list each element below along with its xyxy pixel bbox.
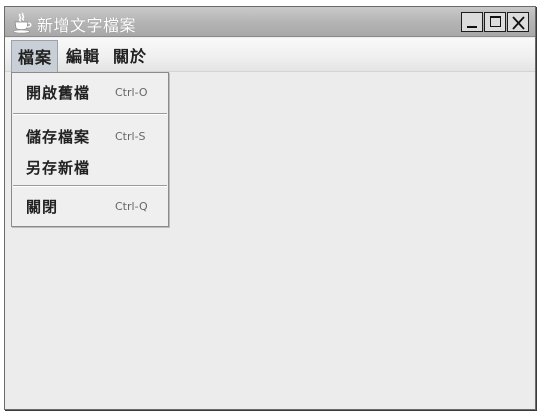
minimize-button[interactable] (461, 12, 483, 32)
menu-item-close[interactable]: 關閉 Ctrl-Q (12, 193, 168, 219)
menu-item-save-as[interactable]: 另存新檔 (12, 154, 168, 180)
menu-item-shortcut: Ctrl-Q (115, 199, 148, 213)
menu-item-save[interactable]: 儲存檔案 Ctrl-S (12, 123, 168, 149)
menu-item-shortcut: Ctrl-O (115, 85, 148, 99)
menu-item-open[interactable]: 開啟舊檔 Ctrl-O (12, 79, 168, 105)
menu-item-label: 開啟舊檔 (26, 83, 91, 102)
file-menu-dropdown: 開啟舊檔 Ctrl-O 儲存檔案 Ctrl-S 另存新檔 關閉 Ctrl-Q (11, 72, 169, 227)
title-bar[interactable]: 新增文字檔案 (5, 7, 535, 37)
window-controls (461, 12, 529, 32)
java-coffee-cup-icon[interactable] (11, 12, 33, 34)
menu-item-label: 另存新檔 (26, 158, 91, 177)
close-icon (512, 15, 525, 30)
menu-bar: 檔案 編輯 關於 (5, 38, 535, 72)
menu-item-label: 儲存檔案 (26, 127, 91, 146)
application-window: 新增文字檔案 檔案 編輯 關於 開啟舊檔 Ctrl-O 儲存檔案 Ctrl-S … (4, 6, 536, 410)
menu-item-label: 關閉 (26, 197, 59, 216)
menu-separator (13, 185, 167, 187)
close-button[interactable] (507, 12, 529, 32)
menu-edit[interactable]: 編輯 (60, 40, 105, 70)
menu-about[interactable]: 關於 (107, 40, 152, 70)
maximize-button[interactable] (484, 12, 506, 32)
menu-separator (13, 113, 167, 115)
window-title: 新增文字檔案 (37, 16, 137, 35)
menu-file[interactable]: 檔案 (11, 39, 59, 72)
minimize-icon (467, 26, 477, 28)
maximize-icon (490, 16, 501, 27)
menu-item-shortcut: Ctrl-S (115, 129, 146, 143)
